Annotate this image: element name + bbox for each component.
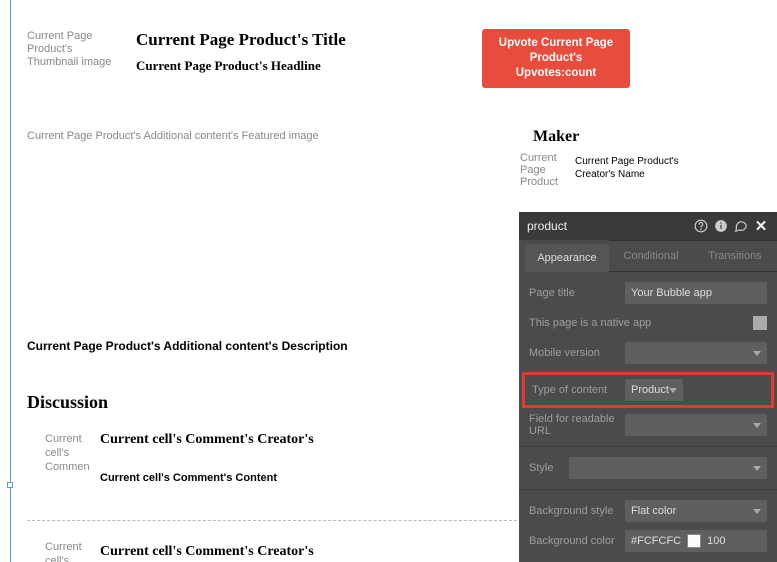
comment-creator[interactable]: Current cell's Comment's Creator's <box>100 544 314 560</box>
product-headline[interactable]: Current Page Product's Headline <box>136 58 321 74</box>
panel-tabs: Appearance Conditional Transitions <box>519 240 777 272</box>
tab-transitions[interactable]: Transitions <box>693 240 777 272</box>
label-background-color: Background color <box>529 535 625 547</box>
chevron-down-icon <box>753 466 761 471</box>
creator-thumb-placeholder[interactable]: Current Page Product <box>520 152 570 188</box>
row-native-app: This page is a native app <box>529 308 767 338</box>
select-mobile-version[interactable] <box>625 342 767 364</box>
panel-divider <box>519 489 777 490</box>
maker-heading[interactable]: Maker <box>533 128 579 146</box>
bg-color-opacity: 100 <box>707 535 725 547</box>
panel-divider <box>519 446 777 447</box>
select-style[interactable] <box>569 457 767 479</box>
row-mobile-version: Mobile version <box>529 338 767 368</box>
product-title[interactable]: Current Page Product's Title <box>136 30 346 50</box>
close-icon[interactable]: ✕ <box>753 218 769 234</box>
description-placeholder[interactable]: Current Page Product's Additional conten… <box>27 339 348 353</box>
select-background-style[interactable]: Flat color <box>625 500 767 522</box>
comment-thumb-placeholder[interactable]: Current cell's Commen <box>45 432 95 474</box>
discussion-heading[interactable]: Discussion <box>27 392 108 413</box>
property-panel: product ✕ Appearance Conditional Transit… <box>519 212 777 562</box>
color-swatch[interactable] <box>687 534 701 548</box>
panel-element-name: product <box>527 219 567 233</box>
help-icon[interactable] <box>693 218 709 234</box>
comment-creator[interactable]: Current cell's Comment's Creator's <box>100 432 314 448</box>
comment-content[interactable]: Current cell's Comment's Content <box>100 472 277 484</box>
checkbox-native-app[interactable] <box>753 316 767 330</box>
chevron-down-icon <box>753 351 761 356</box>
label-type-of-content: Type of content <box>529 384 625 396</box>
resize-handle[interactable] <box>7 482 13 488</box>
upvote-button[interactable]: Upvote Current Page Product's Upvotes:co… <box>482 29 630 88</box>
label-readable-url: Field for readable URL <box>529 413 625 437</box>
label-style: Style <box>529 462 569 474</box>
row-page-title: Page title Your Bubble app <box>529 278 767 308</box>
page-left-guide <box>10 0 11 562</box>
bg-style-value: Flat color <box>631 505 676 517</box>
creator-name[interactable]: Current Page Product's Creator's Name <box>575 155 695 181</box>
chevron-down-icon <box>753 509 761 514</box>
editor-canvas: Current Page Product's Thumbnail image C… <box>0 0 777 562</box>
thumbnail-placeholder[interactable]: Current Page Product's Thumbnail image <box>27 30 122 69</box>
info-icon[interactable] <box>713 218 729 234</box>
color-control[interactable]: #FCFCFC 100 <box>625 530 767 552</box>
label-page-title: Page title <box>529 287 625 299</box>
row-background-color: Background color #FCFCFC 100 <box>529 526 767 556</box>
tab-appearance[interactable]: Appearance <box>525 244 609 272</box>
row-background-style: Background style Flat color <box>529 496 767 526</box>
panel-header[interactable]: product ✕ <box>519 212 777 240</box>
bg-color-hex: #FCFCFC <box>631 535 681 547</box>
comment-thumb-placeholder[interactable]: Current cell's <box>45 540 95 562</box>
label-native-app: This page is a native app <box>529 317 753 329</box>
chevron-down-icon <box>753 423 761 428</box>
label-mobile-version: Mobile version <box>529 347 625 359</box>
select-type-of-content[interactable]: Product <box>625 379 683 401</box>
panel-body: Page title Your Bubble app This page is … <box>519 272 777 556</box>
cell-divider <box>27 520 517 521</box>
featured-image-placeholder[interactable]: Current Page Product's Additional conten… <box>27 130 319 143</box>
chevron-down-icon <box>669 388 677 393</box>
label-background-style: Background style <box>529 505 625 517</box>
comment-icon[interactable] <box>733 218 749 234</box>
row-style: Style <box>529 453 767 483</box>
row-readable-url: Field for readable URL <box>529 410 767 440</box>
select-readable-url[interactable] <box>625 414 767 436</box>
input-page-title[interactable]: Your Bubble app <box>625 282 767 304</box>
row-type-of-content-highlight: Type of content Product <box>522 372 774 408</box>
type-of-content-value: Product <box>631 384 669 396</box>
tab-conditional[interactable]: Conditional <box>609 240 693 272</box>
